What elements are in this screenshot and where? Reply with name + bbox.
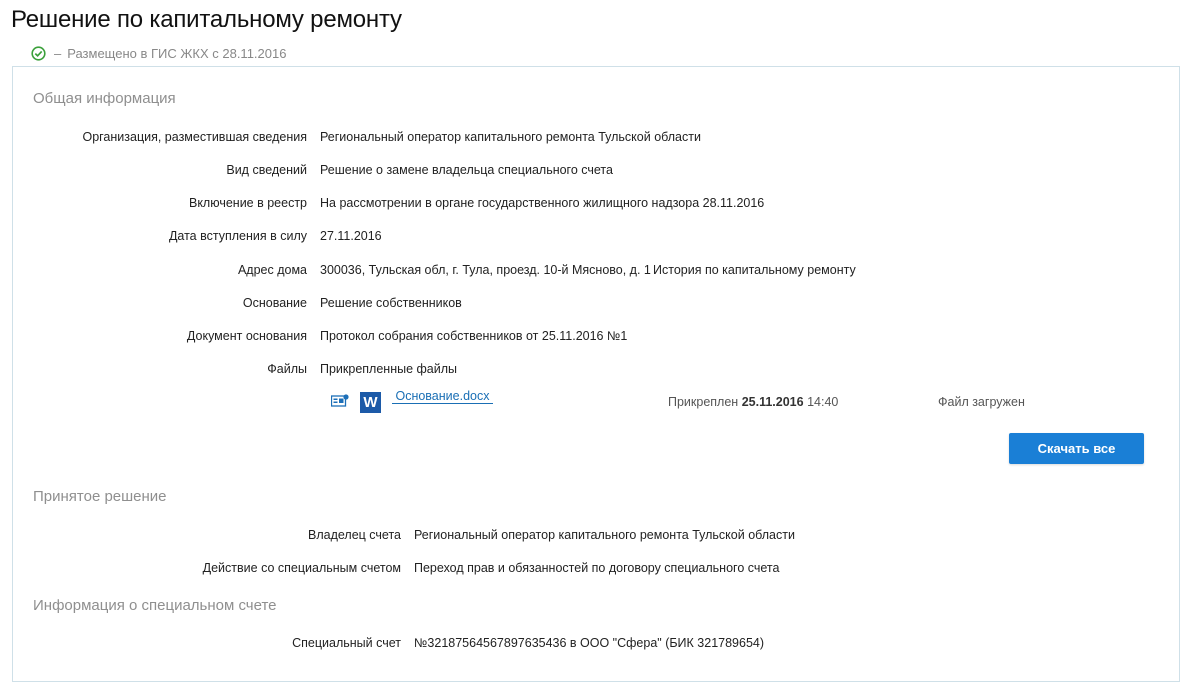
section-decision-title: Принятое решение <box>33 488 167 505</box>
row-registry: Включение в реестр На рассмотрении в орг… <box>13 194 1179 212</box>
file-name-link[interactable]: Основание.docx <box>392 389 493 404</box>
section-general-title: Общая информация <box>33 90 176 107</box>
info-type-value: Решение о замене владельца специального … <box>320 163 613 177</box>
basis-document-value: Протокол собрания собственников от 25.11… <box>320 329 628 343</box>
attached-prefix: Прикреплен <box>668 395 739 409</box>
check-circle-icon <box>31 45 46 61</box>
special-account-link[interactable]: №32187564567897635436 в ООО "Сфера" (БИК… <box>414 634 764 652</box>
organization-label: Организация, разместившая сведения <box>82 130 307 144</box>
effective-date-label: Дата вступления в силу <box>168 229 307 243</box>
account-owner-link[interactable]: Региональный оператор капитального ремон… <box>414 526 795 544</box>
basis-label: Основание <box>242 296 307 310</box>
registry-label: Включение в реестр <box>188 196 307 210</box>
row-special-account: Специальный счет №32187564567897635436 в… <box>13 634 1179 652</box>
files-label: Файлы <box>267 362 307 376</box>
status-dash: – <box>54 45 62 61</box>
status-text: Размещено в ГИС ЖКХ с 28.11.2016 <box>67 45 287 61</box>
row-basis-document: Документ основания Протокол собрания соб… <box>13 327 1179 345</box>
organization-link[interactable]: Региональный оператор капитального ремон… <box>320 128 701 146</box>
download-all-button[interactable]: Скачать все <box>1009 433 1144 464</box>
basis-value: Решение собственников <box>320 296 462 310</box>
attached-date: 25.11.2016 <box>741 395 804 409</box>
row-info-type: Вид сведений Решение о замене владельца … <box>13 161 1179 179</box>
row-basis: Основание Решение собственников <box>13 294 1179 312</box>
preview-icon[interactable] <box>331 394 349 408</box>
page-title: Решение по капитальному ремонту <box>11 6 402 33</box>
files-value: Прикрепленные файлы <box>320 362 458 376</box>
row-organization: Организация, разместившая сведения Регио… <box>13 128 1179 146</box>
address-label: Адрес дома <box>237 263 307 277</box>
registry-value: На рассмотрении в органе государственног… <box>320 196 765 210</box>
file-attached-info: Прикреплен 25.11.2016 14:40 <box>668 395 838 409</box>
info-type-label: Вид сведений <box>226 163 307 177</box>
account-action-label: Действие со специальным счетом <box>202 561 401 575</box>
row-address: Адрес дома 300036, Тульская обл, г. Тула… <box>13 261 1179 279</box>
file-status: Файл загружен <box>938 395 1025 409</box>
publication-status: – Размещено в ГИС ЖКХ с 28.11.2016 <box>31 44 286 62</box>
repair-history-link[interactable]: История по капитальному ремонту <box>653 261 856 279</box>
row-account-owner: Владелец счета Региональный оператор кап… <box>13 526 1179 544</box>
basis-document-label: Документ основания <box>186 329 307 343</box>
effective-date-value: 27.11.2016 <box>320 229 382 243</box>
file-item: W Основание.docx Прикреплен 25.11.2016 1… <box>13 389 1179 413</box>
section-account-title: Информация о специальном счете <box>33 597 277 614</box>
special-account-label: Специальный счет <box>292 636 401 650</box>
details-panel: Общая информация Организация, разместивш… <box>12 66 1180 682</box>
row-effective-date: Дата вступления в силу 27.11.2016 <box>13 227 1179 245</box>
row-files: Файлы Прикрепленные файлы <box>13 360 1179 378</box>
attached-time: 14:40 <box>807 395 839 409</box>
account-action-value: Переход прав и обязанностей по договору … <box>414 561 780 575</box>
row-account-action: Действие со специальным счетом Переход п… <box>13 559 1179 577</box>
account-owner-label: Владелец счета <box>308 528 401 542</box>
address-value: 300036, Тульская обл, г. Тула, проезд. 1… <box>320 263 651 277</box>
word-file-icon: W <box>360 392 381 413</box>
